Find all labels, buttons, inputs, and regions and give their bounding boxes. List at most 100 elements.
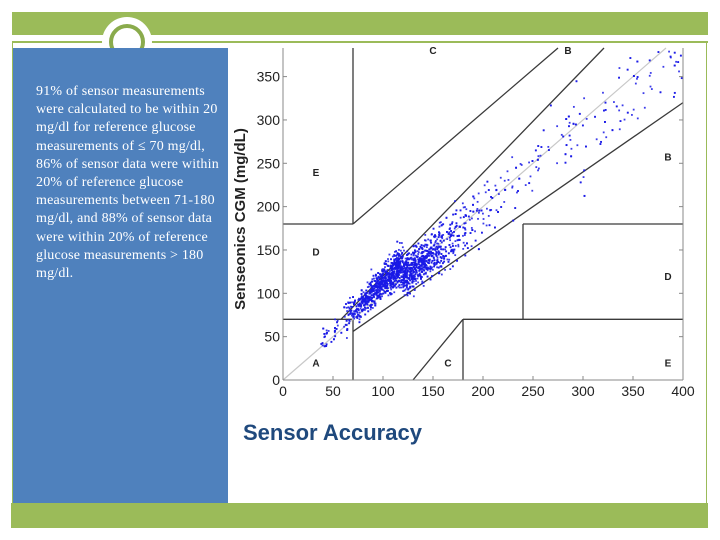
data-point bbox=[412, 261, 415, 264]
data-point bbox=[396, 274, 398, 277]
data-point bbox=[464, 254, 467, 257]
data-point bbox=[423, 269, 426, 272]
data-point bbox=[370, 298, 373, 301]
data-point bbox=[434, 253, 437, 256]
data-point bbox=[535, 166, 538, 169]
data-point bbox=[585, 117, 588, 120]
data-point bbox=[440, 273, 443, 276]
data-point bbox=[384, 266, 386, 269]
data-point bbox=[390, 288, 393, 291]
data-point bbox=[467, 215, 470, 218]
data-point bbox=[371, 290, 374, 293]
lower-c-boundary bbox=[412, 318, 464, 381]
data-point bbox=[347, 313, 350, 316]
data-point bbox=[372, 274, 375, 277]
data-point bbox=[398, 248, 400, 251]
data-point bbox=[495, 189, 498, 192]
data-point bbox=[391, 274, 394, 277]
data-point bbox=[415, 269, 417, 272]
data-point bbox=[333, 330, 336, 332]
data-point bbox=[503, 201, 506, 203]
data-point bbox=[421, 270, 424, 273]
data-point bbox=[405, 286, 408, 289]
zone-label-c: C bbox=[429, 46, 436, 57]
data-point bbox=[406, 254, 408, 256]
data-point bbox=[371, 307, 374, 309]
data-point bbox=[482, 212, 484, 215]
data-point bbox=[428, 252, 431, 255]
data-point bbox=[417, 251, 420, 254]
data-point bbox=[602, 131, 605, 134]
data-point bbox=[568, 121, 571, 124]
data-point bbox=[387, 258, 389, 260]
data-point bbox=[373, 277, 375, 280]
data-point bbox=[506, 170, 509, 173]
zone-label-e: E bbox=[665, 359, 672, 370]
data-point bbox=[412, 266, 415, 269]
data-point bbox=[392, 283, 395, 285]
data-point bbox=[531, 160, 534, 162]
data-point bbox=[379, 273, 381, 276]
data-point bbox=[439, 261, 441, 264]
data-point bbox=[395, 279, 398, 282]
data-point bbox=[399, 249, 402, 252]
data-point bbox=[648, 59, 651, 62]
data-point bbox=[323, 345, 326, 348]
data-point bbox=[383, 262, 386, 265]
data-point bbox=[480, 209, 483, 212]
data-point bbox=[673, 51, 676, 54]
data-point bbox=[634, 82, 637, 85]
data-point bbox=[400, 266, 403, 269]
data-point bbox=[466, 242, 468, 245]
data-point bbox=[462, 234, 464, 237]
data-point bbox=[484, 191, 487, 194]
data-point bbox=[490, 196, 492, 198]
data-point bbox=[401, 260, 404, 262]
data-point bbox=[361, 301, 364, 304]
data-point bbox=[462, 247, 465, 250]
data-point bbox=[476, 200, 479, 203]
data-point bbox=[368, 283, 371, 285]
data-point bbox=[374, 273, 377, 276]
data-point bbox=[604, 101, 607, 104]
data-point bbox=[434, 235, 436, 238]
data-point bbox=[477, 217, 479, 220]
data-point bbox=[568, 134, 571, 137]
zone-label-e: E bbox=[313, 168, 320, 179]
data-point bbox=[444, 268, 446, 271]
data-point bbox=[387, 275, 390, 278]
upper-c-boundary bbox=[352, 47, 559, 225]
data-point bbox=[427, 238, 430, 241]
data-point bbox=[371, 278, 374, 281]
zone-labels: C B E B D D A C E bbox=[312, 46, 671, 370]
data-point bbox=[570, 147, 573, 150]
data-point bbox=[360, 309, 363, 312]
data-point bbox=[659, 91, 662, 94]
data-point bbox=[474, 230, 476, 233]
data-point bbox=[424, 234, 427, 236]
data-point bbox=[378, 289, 381, 292]
data-point bbox=[389, 270, 391, 272]
data-point bbox=[469, 210, 472, 212]
data-point bbox=[402, 279, 404, 281]
data-point bbox=[631, 114, 633, 116]
data-point bbox=[398, 269, 401, 272]
data-point bbox=[433, 259, 436, 262]
data-point bbox=[473, 197, 476, 200]
data-point bbox=[354, 299, 356, 302]
data-point bbox=[439, 221, 442, 224]
data-point bbox=[420, 255, 423, 258]
data-point bbox=[392, 278, 395, 280]
data-point bbox=[349, 296, 351, 299]
data-point bbox=[455, 222, 458, 225]
data-point bbox=[380, 288, 383, 291]
data-point bbox=[435, 251, 438, 254]
data-point bbox=[359, 307, 362, 310]
data-point bbox=[417, 260, 420, 263]
x-tick-label: 400 bbox=[671, 383, 695, 399]
data-point bbox=[420, 276, 422, 278]
data-point bbox=[472, 203, 474, 206]
data-point bbox=[470, 227, 473, 229]
data-point bbox=[459, 216, 462, 219]
data-point bbox=[396, 263, 399, 266]
